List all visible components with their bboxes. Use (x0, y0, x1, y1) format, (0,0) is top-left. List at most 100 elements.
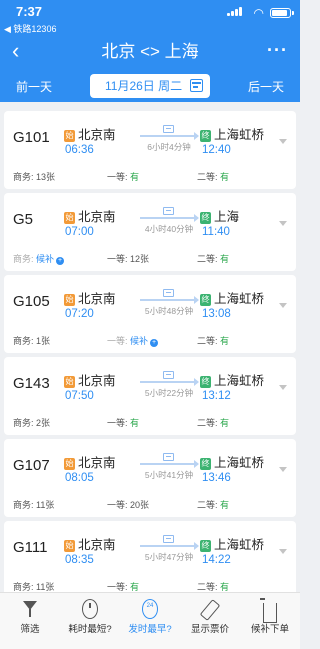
status-time: 7:37 (16, 4, 43, 19)
duration: 6小时4分钟 (147, 142, 191, 152)
seat-first-class[interactable]: 一等: 候补 + (107, 334, 159, 347)
departure-station: 始北京南 (64, 456, 116, 470)
departure-time: 08:05 (65, 472, 94, 484)
tab-waitlist-order[interactable]: 候补下单 (240, 598, 300, 635)
train-card[interactable]: G105 始北京南 07:20 5小时48分钟 终上海虹桥 13:08 商务: … (4, 275, 296, 353)
departure-station: 始北京南 (64, 374, 116, 388)
seat-first-class: 一等: 有 (107, 418, 140, 428)
date-text: 11月26日 周二 (105, 79, 183, 93)
seat-second-class: 二等: 有 (197, 172, 230, 182)
end-badge-icon: 终 (200, 130, 211, 142)
seat-second-class: 二等: 有 (197, 254, 230, 264)
train-number: G5 (13, 211, 34, 228)
arrival-station: 终上海虹桥 (200, 128, 265, 142)
filter-icon (23, 601, 37, 621)
tab-earliest-departure[interactable]: 24 发时最早? (120, 598, 180, 635)
train-list[interactable]: G101 始北京南 06:36 6小时4分钟 终上海虹桥 12:40 商务: 1… (0, 102, 300, 592)
tab-label: 筛选 (20, 624, 40, 635)
expand-chevron-icon[interactable] (279, 549, 287, 554)
train-card[interactable]: G111 始北京南 08:35 5小时47分钟 终上海虹桥 14:22 商务: … (4, 521, 296, 592)
start-badge-icon: 始 (64, 376, 75, 388)
train-card[interactable]: G5 始北京南 07:00 4小时40分钟 终上海 11:40 商务: 候补 + … (4, 193, 296, 271)
cart-icon (260, 598, 277, 623)
end-badge-icon: 终 (200, 212, 211, 224)
train-number: G107 (13, 457, 50, 474)
end-badge-icon: 终 (200, 540, 211, 552)
arrival-time: 13:46 (202, 472, 231, 484)
end-badge-icon: 终 (200, 294, 211, 306)
arrival-time: 11:40 (202, 226, 230, 238)
battery-icon (270, 8, 294, 18)
arrival-station: 终上海虹桥 (200, 456, 265, 470)
train-number: G143 (13, 375, 50, 392)
expand-chevron-icon[interactable] (279, 139, 287, 144)
seat-second-class: 二等: 有 (197, 418, 230, 428)
clock-icon (82, 599, 98, 619)
duration: 5小时22分钟 (144, 388, 194, 398)
start-badge-icon: 始 (64, 458, 75, 470)
ticket-icon (163, 125, 174, 133)
prev-day-button[interactable]: 前一天 (16, 78, 52, 95)
seat-business: 商务: 13张 (13, 172, 56, 182)
ticket-icon (163, 289, 174, 297)
seat-business: 商务: 1张 (13, 336, 51, 346)
seat-row: 商务: 11张 一等: 有 二等: 有 (11, 580, 291, 592)
seat-business: 商务: 11张 (13, 582, 55, 592)
tab-label: 耗时最短? (68, 624, 112, 635)
price-tag-icon (199, 599, 221, 621)
tab-filter[interactable]: 筛选 (0, 598, 60, 635)
arrival-time: 13:12 (202, 390, 231, 402)
train-number: G101 (13, 129, 50, 146)
train-card[interactable]: G107 始北京南 08:05 5小时41分钟 终上海虹桥 13:46 商务: … (4, 439, 296, 517)
seat-first-class: 一等: 12张 (107, 254, 150, 264)
arrow-icon (140, 378, 199, 386)
expand-chevron-icon[interactable] (279, 303, 287, 308)
arrival-time: 13:08 (202, 308, 231, 320)
departure-time: 07:50 (65, 390, 94, 402)
signal-icon (227, 7, 242, 16)
departure-time: 08:35 (65, 554, 94, 566)
back-to-app-link[interactable]: ◀ 铁路12306 (4, 22, 56, 35)
seat-business[interactable]: 商务: 候补 + (13, 252, 65, 265)
tab-show-price[interactable]: 显示票价 (180, 598, 240, 635)
date-bar: 前一天 11月26日 周二 后一天 (0, 72, 300, 100)
arrival-time: 12:40 (202, 144, 231, 156)
tab-shortest-duration[interactable]: 耗时最短? (60, 598, 120, 635)
tab-label: 显示票价 (190, 624, 229, 635)
end-badge-icon: 终 (200, 458, 211, 470)
date-picker[interactable]: 11月26日 周二 (90, 74, 210, 98)
ticket-icon (163, 535, 174, 543)
train-card[interactable]: G143 始北京南 07:50 5小时22分钟 终上海虹桥 13:12 商务: … (4, 357, 296, 435)
next-day-button[interactable]: 后一天 (248, 78, 284, 95)
start-badge-icon: 始 (64, 130, 75, 142)
seat-first-class: 一等: 有 (107, 172, 140, 182)
status-bar: 7:37 ◀ 铁路12306 ◠ (0, 3, 300, 34)
seat-row: 商务: 13张 一等: 有 二等: 有 (11, 170, 291, 184)
ticket-icon (163, 453, 174, 461)
expand-chevron-icon[interactable] (279, 221, 287, 226)
expand-chevron-icon[interactable] (279, 385, 287, 390)
departure-station: 始北京南 (64, 538, 116, 552)
page-title: 北京 <> 上海 (101, 42, 199, 61)
arrival-station: 终上海虹桥 (200, 538, 265, 552)
departure-station: 始北京南 (64, 292, 116, 306)
seat-first-class: 一等: 20张 (107, 500, 150, 510)
seat-row: 商务: 候补 + 一等: 12张 二等: 有 (11, 252, 291, 266)
arrow-icon (140, 132, 199, 140)
end-badge-icon: 终 (200, 376, 211, 388)
departure-station: 始北京南 (64, 128, 116, 142)
bottom-toolbar: 筛选 耗时最短? 24 发时最早? 显示票价 候补下单 (0, 592, 300, 649)
departure-time: 07:00 (65, 226, 94, 238)
start-badge-icon: 始 (64, 294, 75, 306)
seat-business: 商务: 2张 (13, 418, 51, 428)
expand-chevron-icon[interactable] (279, 467, 287, 472)
train-card[interactable]: G101 始北京南 06:36 6小时4分钟 终上海虹桥 12:40 商务: 1… (4, 111, 296, 189)
start-badge-icon: 始 (64, 212, 75, 224)
ticket-icon (163, 371, 174, 379)
more-icon[interactable]: ··· (267, 38, 288, 62)
waitlist-plus-icon: + (56, 257, 65, 265)
wifi-icon: ◠ (253, 6, 264, 20)
tab-label: 候补下单 (250, 624, 289, 635)
calendar-icon (190, 79, 203, 92)
train-number: G111 (13, 539, 48, 556)
